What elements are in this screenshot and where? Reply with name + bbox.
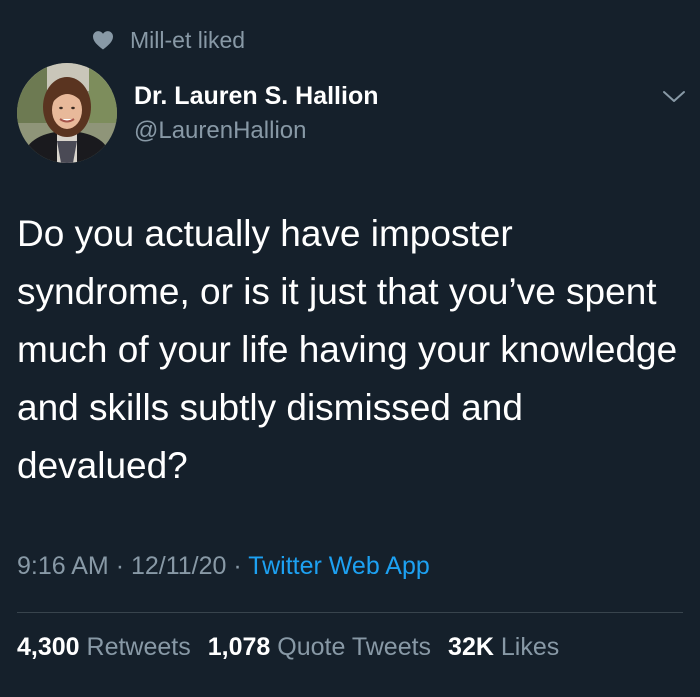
meta-separator: · bbox=[233, 552, 242, 580]
social-context-label: Mill-et liked bbox=[130, 26, 246, 53]
tweet-date[interactable]: 12/11/20 bbox=[131, 552, 226, 580]
retweets-stat[interactable]: 4,300 Retweets bbox=[17, 633, 191, 662]
author-display-name[interactable]: Dr. Lauren S. Hallion bbox=[134, 80, 379, 112]
quote-tweets-label: Quote Tweets bbox=[277, 633, 432, 661]
chevron-down-icon[interactable] bbox=[660, 86, 688, 108]
tweet-meta: 9:16 AM · 12/11/20 · Twitter Web App bbox=[17, 552, 430, 581]
tweet-stats: 4,300 Retweets 1,078 Quote Tweets 32K Li… bbox=[17, 633, 576, 662]
likes-label: Likes bbox=[500, 633, 560, 661]
author-handle[interactable]: @LaurenHallion bbox=[134, 114, 379, 148]
divider bbox=[17, 612, 683, 613]
avatar-image bbox=[17, 63, 117, 163]
retweets-count: 4,300 bbox=[17, 633, 80, 661]
social-context: Mill-et liked bbox=[92, 24, 245, 56]
avatar[interactable] bbox=[17, 63, 117, 163]
likes-stat[interactable]: 32K Likes bbox=[448, 633, 559, 662]
quote-tweets-stat[interactable]: 1,078 Quote Tweets bbox=[208, 633, 431, 662]
tweet-author[interactable]: Dr. Lauren S. Hallion @LaurenHallion bbox=[134, 80, 379, 148]
tweet-text: Do you actually have imposter syndrome, … bbox=[17, 213, 678, 486]
tweet-time[interactable]: 9:16 AM bbox=[17, 552, 109, 580]
heart-icon bbox=[93, 31, 113, 50]
retweets-label: Retweets bbox=[86, 633, 191, 661]
likes-count: 32K bbox=[448, 633, 494, 661]
quote-tweets-count: 1,078 bbox=[207, 633, 271, 661]
meta-separator: · bbox=[115, 552, 125, 580]
tweet-source-link[interactable]: Twitter Web App bbox=[248, 552, 430, 580]
